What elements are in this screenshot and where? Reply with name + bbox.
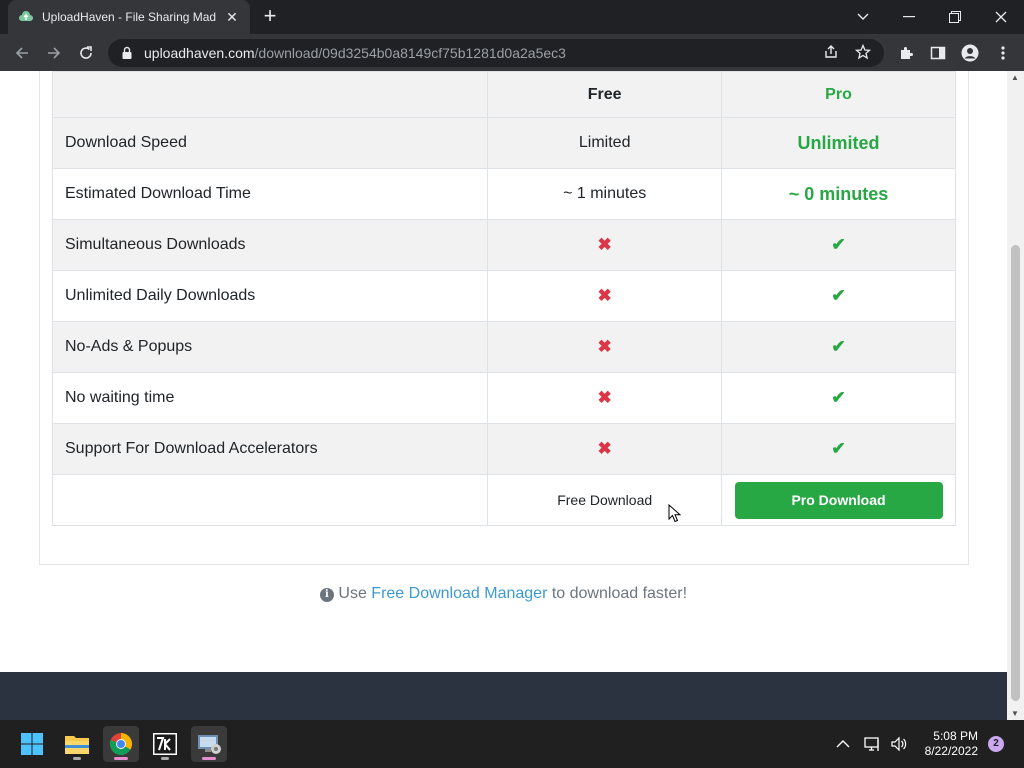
share-icon[interactable] (822, 44, 840, 62)
side-panel-icon[interactable] (925, 40, 951, 66)
system-clock[interactable]: 5:08 PM 8/22/2022 (925, 729, 978, 759)
restore-button[interactable] (932, 0, 978, 34)
free-download-button[interactable]: Free Download (543, 484, 666, 516)
free-value: ~ 1 minutes (487, 168, 723, 220)
close-window-button[interactable] (978, 0, 1024, 34)
remote-desktop-icon[interactable] (191, 726, 227, 762)
feature-label: Estimated Download Time (51, 168, 489, 220)
forward-icon[interactable] (41, 40, 67, 66)
empty-cell (51, 474, 489, 526)
table-row: Download Speed Limited Unlimited (51, 117, 956, 169)
profile-avatar-icon[interactable] (957, 40, 983, 66)
browser-toolbar: uploadhaven.com/download/09d3254b0a8149c… (0, 34, 1024, 71)
start-icon[interactable] (14, 726, 50, 762)
7zip-icon[interactable] (147, 726, 183, 762)
info-icon: i (319, 588, 334, 602)
check-icon: ✔ (831, 337, 846, 356)
chrome-icon[interactable] (103, 726, 139, 762)
new-tab-button[interactable]: + (258, 5, 282, 29)
tab-close-icon[interactable]: ✕ (224, 9, 240, 25)
plan-comparison-table: Free Pro Download Speed Limited Unlimite… (51, 71, 956, 526)
pro-download-button[interactable]: Pro Download (734, 481, 943, 519)
table-row: Estimated Download Time ~ 1 minutes ~ 0 … (51, 168, 956, 220)
running-indicator (73, 757, 81, 760)
clock-date: 8/22/2022 (924, 744, 978, 758)
table-row: No waiting time ✖ ✔ (51, 372, 956, 424)
back-icon[interactable] (9, 40, 35, 66)
active-indicator (202, 757, 216, 760)
scroll-up-arrow-icon[interactable]: ▲ (1011, 73, 1019, 82)
running-indicator (161, 757, 169, 760)
pro-value: Unlimited (797, 132, 880, 153)
free-value: Limited (487, 117, 723, 169)
table-header-row: Free Pro (51, 71, 956, 118)
check-icon: ✔ (831, 235, 846, 254)
address-bar[interactable]: uploadhaven.com/download/09d3254b0a8149c… (108, 39, 884, 67)
active-indicator (114, 757, 128, 760)
tab-title: UploadHaven - File Sharing Mad (42, 10, 217, 24)
table-row: Simultaneous Downloads ✖ ✔ (51, 219, 956, 271)
bookmark-star-icon[interactable] (854, 43, 872, 62)
page-viewport: Free Pro Download Speed Limited Unlimite… (0, 71, 1024, 720)
url-path: /download/09d3254b0a8149cf75b1281d0a2a5e… (254, 45, 566, 61)
table-row: No-Ads & Popups ✖ ✔ (51, 321, 956, 373)
notification-count-badge[interactable]: 2 (988, 736, 1004, 752)
feature-label: No waiting time (51, 372, 489, 424)
url-host: uploadhaven.com (144, 45, 255, 61)
network-icon[interactable] (864, 720, 882, 768)
show-hidden-icons-chevron-icon[interactable] (836, 720, 850, 768)
lock-icon[interactable] (120, 46, 134, 60)
uploadhaven-favicon-icon (19, 11, 33, 21)
vertical-scrollbar[interactable]: ▲ ▼ (1007, 71, 1024, 720)
chrome-menu-icon[interactable] (990, 40, 1016, 66)
cross-icon: ✖ (597, 286, 612, 305)
clock-time: 5:08 PM (933, 729, 978, 743)
check-icon: ✔ (831, 286, 846, 305)
scroll-thumb[interactable] (1011, 245, 1020, 701)
mouse-cursor-icon (668, 504, 682, 523)
cross-icon: ✖ (597, 235, 612, 254)
feature-column-header (51, 71, 489, 118)
feature-label: Download Speed (51, 117, 489, 169)
file-explorer-icon[interactable] (59, 726, 95, 762)
page-footer (0, 672, 1007, 720)
scroll-down-arrow-icon[interactable]: ▼ (1011, 709, 1019, 718)
pro-value: ~ 0 minutes (788, 183, 889, 204)
table-row: Unlimited Daily Downloads ✖ ✔ (51, 270, 956, 322)
feature-label: Support For Download Accelerators (51, 423, 489, 475)
tip-suffix: to download faster! (551, 585, 688, 602)
tab-strip: UploadHaven - File Sharing Mad ✕ + (0, 0, 1024, 34)
cross-icon: ✖ (597, 439, 612, 458)
table-row: Support For Download Accelerators ✖ ✔ (51, 423, 956, 475)
windows-taskbar: 5:08 PM 8/22/2022 2 (0, 720, 1024, 768)
download-tip: i Use Free Download Manager to download … (0, 585, 1007, 603)
feature-label: Unlimited Daily Downloads (51, 270, 489, 322)
volume-icon[interactable] (890, 720, 908, 768)
browser-tab[interactable]: UploadHaven - File Sharing Mad ✕ (8, 0, 250, 34)
tip-prefix: Use (338, 585, 367, 602)
check-icon: ✔ (831, 439, 846, 458)
free-column-header: Free (487, 71, 723, 118)
download-actions-row: Free Download Pro Download (51, 474, 956, 526)
feature-label: No-Ads & Popups (51, 321, 489, 373)
tab-search-icon[interactable] (840, 0, 886, 34)
minimize-button[interactable] (886, 0, 932, 34)
feature-label: Simultaneous Downloads (51, 219, 489, 271)
reload-icon[interactable] (73, 40, 99, 66)
cross-icon: ✖ (597, 337, 612, 356)
pro-column-header: Pro (721, 71, 956, 118)
extensions-icon[interactable] (893, 40, 919, 66)
cross-icon: ✖ (597, 388, 612, 407)
free-download-manager-link[interactable]: Free Download Manager (371, 585, 547, 602)
check-icon: ✔ (831, 388, 846, 407)
